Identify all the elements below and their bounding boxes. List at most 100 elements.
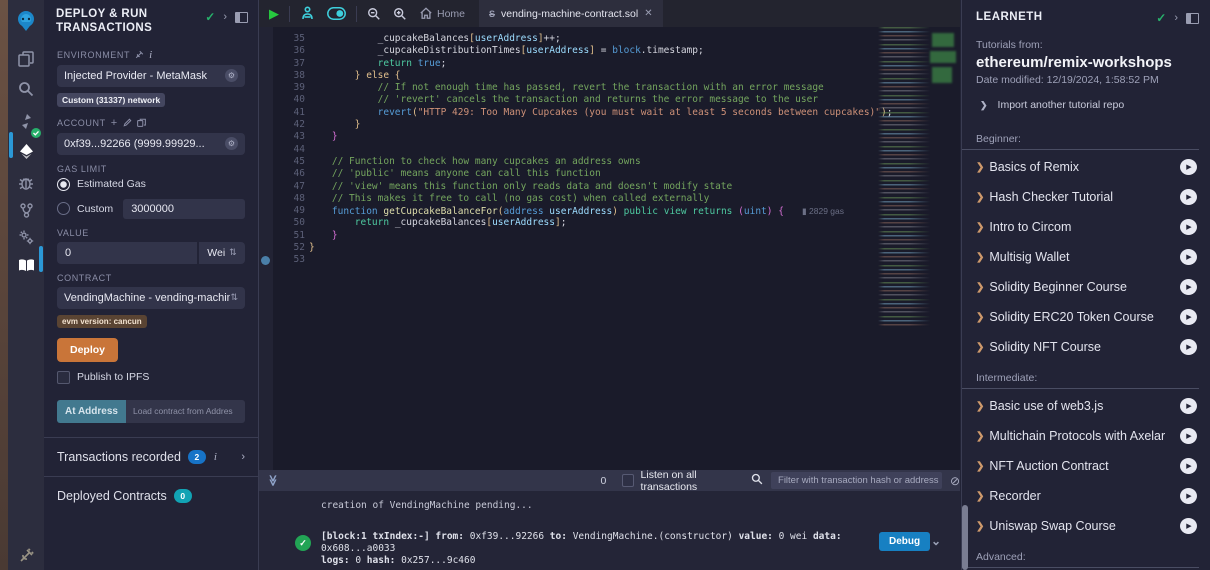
code-line[interactable]: // 'revert' cancels the transaction and … (309, 94, 892, 106)
tutorial-item[interactable]: ❯Multichain Protocols with Axelar▶ (962, 421, 1210, 451)
code-line[interactable] (309, 254, 892, 266)
transactions-info-icon[interactable]: i (214, 451, 217, 463)
tutorial-item[interactable]: ❯Intro to Circom▶ (962, 212, 1210, 242)
play-tutorial-icon[interactable]: ▶ (1180, 219, 1197, 235)
code-line[interactable]: } else { (309, 70, 892, 82)
home-icon[interactable] (413, 0, 433, 27)
play-tutorial-icon[interactable]: ▶ (1180, 339, 1197, 355)
code-line[interactable]: } (309, 131, 892, 143)
code-line[interactable]: _cupcakeBalances[userAddress]++; (309, 33, 892, 45)
play-tutorial-icon[interactable]: ▶ (1180, 279, 1197, 295)
code-line[interactable]: // Function to check how many cupcakes a… (309, 156, 892, 168)
publish-ipfs-checkbox[interactable]: Publish to IPFS (57, 371, 258, 384)
line-number[interactable]: 39 (273, 82, 305, 94)
plug-connection-icon[interactable] (8, 540, 44, 570)
at-address-button[interactable]: At Address (57, 400, 126, 423)
tx-expand-chevron-icon[interactable]: ⌄ (931, 534, 941, 548)
terminal-filter-input[interactable]: Filter with transaction hash or address (771, 472, 942, 489)
minimap[interactable] (878, 27, 930, 327)
import-tutorial-repo[interactable]: ❯ Import another tutorial repo (980, 99, 1210, 111)
line-number[interactable]: 53 (273, 254, 305, 266)
gas-custom-radio[interactable]: Custom 3000000 (57, 199, 258, 219)
tutorial-item[interactable]: ❯Multisig Wallet▶ (962, 242, 1210, 272)
pin-panel-icon[interactable] (235, 12, 248, 23)
environment-settings-icon[interactable]: ⚙ (225, 69, 238, 82)
line-number[interactable]: 44 (273, 144, 305, 156)
tutorial-item[interactable]: ❯Basic use of web3.js▶ (962, 391, 1210, 421)
tab-vending-machine-contract[interactable]: S vending-machine-contract.sol ✕ (479, 0, 663, 27)
play-tutorial-icon[interactable]: ▶ (1180, 488, 1197, 504)
tx-log-entry[interactable]: [block:1 txIndex:-] from: 0xf39...92266 … (321, 531, 873, 567)
line-number[interactable]: 35 (273, 33, 305, 45)
expand-chevron-icon[interactable]: › (241, 451, 245, 463)
contract-select[interactable]: VendingMachine - vending-machin ⇅ (57, 287, 245, 309)
environment-info-icon[interactable]: i (149, 49, 153, 61)
deployed-contracts-row[interactable]: Deployed Contracts 0 (44, 477, 258, 515)
expand-terminal-icon[interactable]: ≫ (266, 475, 279, 487)
code-line[interactable]: function getCupcakeBalanceFor(address us… (309, 205, 892, 217)
play-tutorial-icon[interactable]: ▶ (1180, 428, 1197, 444)
panel-scrollbar[interactable] (962, 505, 968, 570)
at-address-input[interactable]: Load contract from Addres (126, 400, 245, 423)
walkthrough-person-icon[interactable] (294, 0, 321, 27)
code-line[interactable] (309, 144, 892, 156)
theme-toggle-icon[interactable] (321, 0, 352, 27)
deploy-button[interactable]: Deploy (57, 338, 118, 362)
code-line[interactable]: // 'public' means anyone can call this f… (309, 168, 892, 180)
line-number[interactable]: 51 (273, 230, 305, 242)
line-number[interactable]: 40 (273, 94, 305, 106)
code-line[interactable]: return _cupcakeBalances[userAddress]; (309, 217, 892, 229)
line-number[interactable]: 48 (273, 193, 305, 205)
code-editor[interactable]: 35363738394041424344454647484950515253 _… (259, 27, 960, 482)
line-number[interactable]: 42 (273, 119, 305, 131)
tutorial-item[interactable]: ❯Solidity NFT Course▶ (962, 332, 1210, 362)
line-number[interactable]: 38 (273, 70, 305, 82)
gas-custom-input[interactable]: 3000000 (123, 199, 245, 219)
line-number[interactable]: 41 (273, 107, 305, 119)
solidity-compiler-icon[interactable] (8, 106, 44, 136)
code-line[interactable]: _cupcakeDistributionTimes[userAddress] =… (309, 45, 892, 57)
line-number[interactable]: 36 (273, 45, 305, 57)
zoom-in-icon[interactable] (387, 0, 413, 27)
tutorial-item[interactable]: ❯Solidity Beginner Course▶ (962, 272, 1210, 302)
copy-account-icon[interactable] (137, 118, 146, 127)
tutorial-item[interactable]: ❯Basics of Remix▶ (962, 152, 1210, 182)
pin-panel-icon[interactable] (1186, 13, 1199, 24)
play-tutorial-icon[interactable]: ▶ (1180, 189, 1197, 205)
remix-logo-icon[interactable] (8, 6, 44, 36)
code-line[interactable]: // If not enough time has passed, revert… (309, 82, 892, 94)
play-tutorial-icon[interactable]: ▶ (1180, 249, 1197, 265)
terminal-search-icon[interactable] (751, 473, 763, 488)
code-line[interactable]: return true; (309, 58, 892, 70)
deploy-run-icon[interactable] (8, 136, 44, 166)
debugger-bug-icon[interactable] (8, 168, 44, 198)
source-control-icon[interactable] (8, 195, 44, 225)
code-line[interactable]: } (309, 119, 892, 131)
debug-button[interactable]: Debug (879, 532, 930, 551)
play-tutorial-icon[interactable]: ▶ (1180, 309, 1197, 325)
environment-select[interactable]: Injected Provider - MetaMask ⚙ (57, 65, 245, 87)
tutorial-item[interactable]: ❯Solidity ERC20 Token Course▶ (962, 302, 1210, 332)
listen-transactions-checkbox[interactable] (622, 474, 633, 487)
value-input[interactable]: 0 (57, 242, 197, 264)
tutorial-item[interactable]: ❯NFT Auction Contract▶ (962, 451, 1210, 481)
line-number[interactable]: 50 (273, 217, 305, 229)
plug-icon[interactable] (135, 50, 144, 59)
play-tutorial-icon[interactable]: ▶ (1180, 518, 1197, 534)
clear-terminal-icon[interactable]: ⊘ (950, 474, 960, 488)
search-icon[interactable] (8, 74, 44, 104)
line-number[interactable]: 47 (273, 181, 305, 193)
line-number[interactable]: 49 (273, 205, 305, 217)
code-line[interactable]: } (309, 242, 892, 254)
play-tutorial-icon[interactable]: ▶ (1180, 398, 1197, 414)
run-script-icon[interactable]: ▶ (263, 0, 285, 27)
play-tutorial-icon[interactable]: ▶ (1180, 458, 1197, 474)
line-number[interactable]: 45 (273, 156, 305, 168)
code-line[interactable]: } (309, 230, 892, 242)
account-copy-icon[interactable]: ⚙ (225, 137, 238, 150)
tutorial-item[interactable]: ❯Recorder▶ (962, 481, 1210, 511)
zoom-out-icon[interactable] (361, 0, 387, 27)
gas-estimated-radio[interactable]: Estimated Gas (57, 178, 258, 191)
listen-transactions-label[interactable]: Listen on all transactions (641, 469, 737, 493)
file-explorer-icon[interactable] (8, 44, 44, 74)
